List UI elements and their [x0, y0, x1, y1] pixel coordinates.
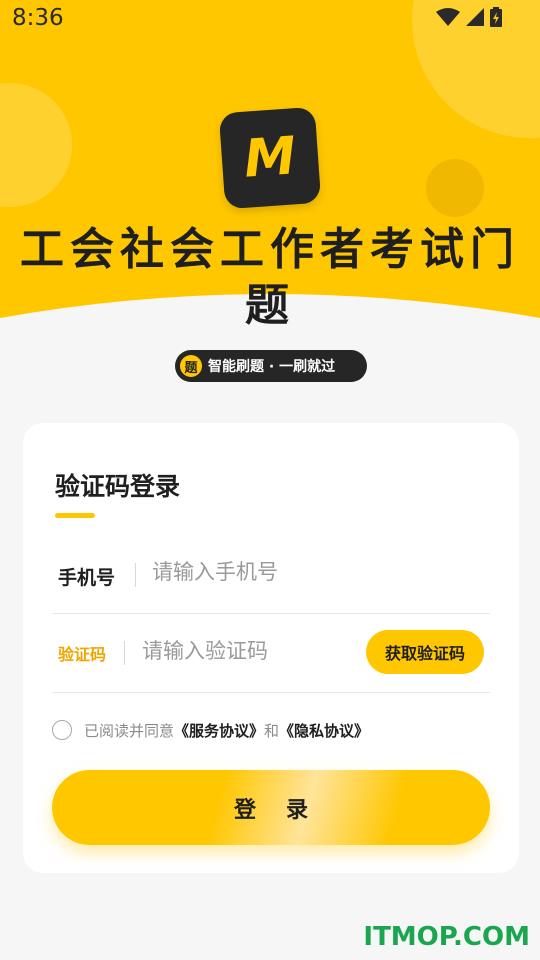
app-title: 工会社会工作者考试门题 [20, 224, 520, 331]
agreement-row: 已阅读并同意《服务协议》和《隐私协议》 [52, 715, 492, 745]
login-card-title: 验证码登录 [55, 472, 181, 501]
app-logo-letter: M [242, 126, 298, 190]
service-agreement-link[interactable]: 《服务协议》 [174, 722, 264, 740]
signal-icon [466, 8, 484, 26]
login-card: 验证码登录 手机号 验证码 获取验证码 已阅读并同意《服务协议》和《隐私协议》 … [23, 423, 519, 873]
phone-row: 手机号 [52, 535, 490, 614]
title-underline [55, 513, 95, 518]
agreement-and: 和 [264, 721, 280, 740]
phone-label: 手机号 [58, 567, 116, 589]
code-label: 验证码 [58, 645, 107, 664]
battery-icon [490, 7, 502, 27]
agreement-text: 已阅读并同意《服务协议》和《隐私协议》 [84, 720, 369, 741]
status-bar: 8:36 [0, 0, 540, 38]
agreement-prefix: 已阅读并同意 [84, 721, 175, 740]
phone-input[interactable] [150, 559, 474, 585]
code-divider [124, 641, 125, 665]
app-logo: M [218, 106, 322, 210]
slogan-pill: 题 智能刷题 · 一刷就过 [175, 350, 367, 382]
status-time: 8:36 [12, 5, 64, 31]
login-button[interactable]: 登录 [52, 770, 490, 845]
slogan-text: 智能刷题 · 一刷就过 [208, 359, 336, 375]
code-row: 验证码 获取验证码 [52, 614, 490, 693]
agree-checkbox[interactable] [52, 720, 72, 740]
watermark: ITMOP.COM [363, 922, 530, 952]
status-icons [436, 7, 502, 27]
get-code-button[interactable]: 获取验证码 [366, 630, 484, 674]
privacy-agreement-link[interactable]: 《隐私协议》 [279, 722, 369, 740]
phone-divider [135, 563, 136, 587]
code-input[interactable] [140, 638, 364, 664]
wifi-icon [436, 8, 460, 26]
slogan-badge-icon: 题 [180, 355, 202, 377]
